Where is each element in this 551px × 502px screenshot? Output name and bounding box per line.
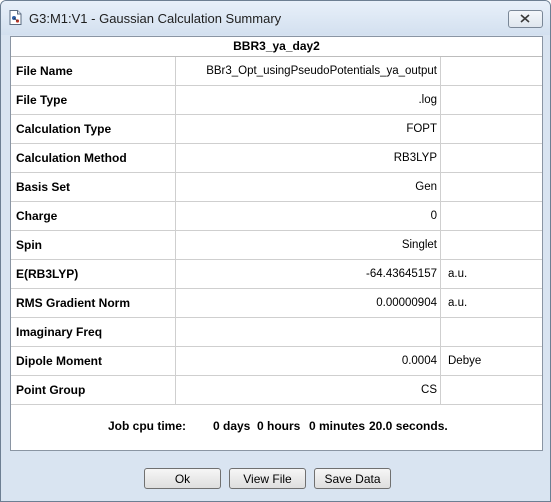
row-unit: a.u.	[448, 268, 468, 280]
table-row: Point Group CS	[11, 376, 542, 405]
row-unit	[442, 86, 542, 114]
row-label: Basis Set	[11, 173, 176, 201]
row-value: BBr3_Opt_usingPseudoPotentials_ya_output	[177, 57, 441, 85]
row-label: Dipole Moment	[11, 347, 176, 375]
ok-button[interactable]: Ok	[144, 468, 221, 489]
row-unit	[442, 376, 542, 404]
row-label: Spin	[11, 231, 176, 259]
table-row: E(RB3LYP) -64.43645157 a.u.	[11, 260, 542, 289]
table-row: Calculation Method RB3LYP	[11, 144, 542, 173]
row-unit	[442, 115, 542, 143]
row-value: -64.43645157	[177, 260, 441, 288]
title-bar[interactable]: G3:M1:V1 - Gaussian Calculation Summary	[1, 1, 550, 35]
row-value: RB3LYP	[177, 144, 441, 172]
row-unit	[442, 231, 542, 259]
summary-header: BBR3_ya_day2	[11, 37, 542, 57]
save-data-button[interactable]: Save Data	[314, 468, 391, 489]
summary-grid: File Name BBr3_Opt_usingPseudoPotentials…	[11, 57, 542, 405]
table-row: RMS Gradient Norm 0.00000904 a.u.	[11, 289, 542, 318]
cpu-time-minutes: 0 minutes	[309, 419, 366, 433]
table-row: Charge 0	[11, 202, 542, 231]
job-cpu-time: Job cpu time: 0 days 0 hours 0 minutes 2…	[11, 412, 542, 440]
close-icon	[520, 14, 530, 23]
cpu-time-hours: 0 hours	[257, 419, 301, 433]
row-value: .log	[177, 86, 441, 114]
row-label: Point Group	[11, 376, 176, 404]
close-button[interactable]	[508, 10, 543, 28]
row-value: FOPT	[177, 115, 441, 143]
row-label: Imaginary Freq	[11, 318, 176, 346]
view-file-button[interactable]: View File	[229, 468, 306, 489]
summary-table: BBR3_ya_day2 File Name BBr3_Opt_usingPse…	[10, 36, 543, 451]
table-row: File Name BBr3_Opt_usingPseudoPotentials…	[11, 57, 542, 86]
table-row: Dipole Moment 0.0004 Debye	[11, 347, 542, 376]
row-unit	[442, 202, 542, 230]
row-value: Singlet	[177, 231, 441, 259]
row-value: 0	[177, 202, 441, 230]
row-label: E(RB3LYP)	[11, 260, 176, 288]
row-unit	[442, 318, 542, 346]
row-value: 0.0004	[177, 347, 441, 375]
row-value: Gen	[177, 173, 441, 201]
row-label: File Name	[11, 57, 176, 85]
row-unit	[442, 144, 542, 172]
row-label: Charge	[11, 202, 176, 230]
table-row: Imaginary Freq	[11, 318, 542, 347]
row-value	[177, 318, 441, 346]
cpu-time-seconds: 20.0 seconds.	[369, 419, 448, 433]
calculation-summary-window: G3:M1:V1 - Gaussian Calculation Summary …	[0, 0, 551, 502]
cpu-time-days: 0 days	[213, 419, 251, 433]
table-row: Basis Set Gen	[11, 173, 542, 202]
table-row: Calculation Type FOPT	[11, 115, 542, 144]
window-title: G3:M1:V1 - Gaussian Calculation Summary	[29, 11, 282, 26]
row-label: Calculation Method	[11, 144, 176, 172]
row-value: CS	[177, 376, 441, 404]
row-unit	[442, 173, 542, 201]
table-row: Spin Singlet	[11, 231, 542, 260]
row-label: RMS Gradient Norm	[11, 289, 176, 317]
row-value: 0.00000904	[177, 289, 441, 317]
row-unit: Debye	[448, 355, 482, 367]
row-unit	[442, 57, 542, 85]
gaussview-document-icon	[8, 10, 23, 25]
button-bar: Ok View File Save Data	[10, 459, 541, 495]
row-unit: a.u.	[448, 297, 468, 309]
row-label: File Type	[11, 86, 176, 114]
table-row: File Type .log	[11, 86, 542, 115]
row-label: Calculation Type	[11, 115, 176, 143]
cpu-time-label: Job cpu time:	[108, 419, 187, 433]
